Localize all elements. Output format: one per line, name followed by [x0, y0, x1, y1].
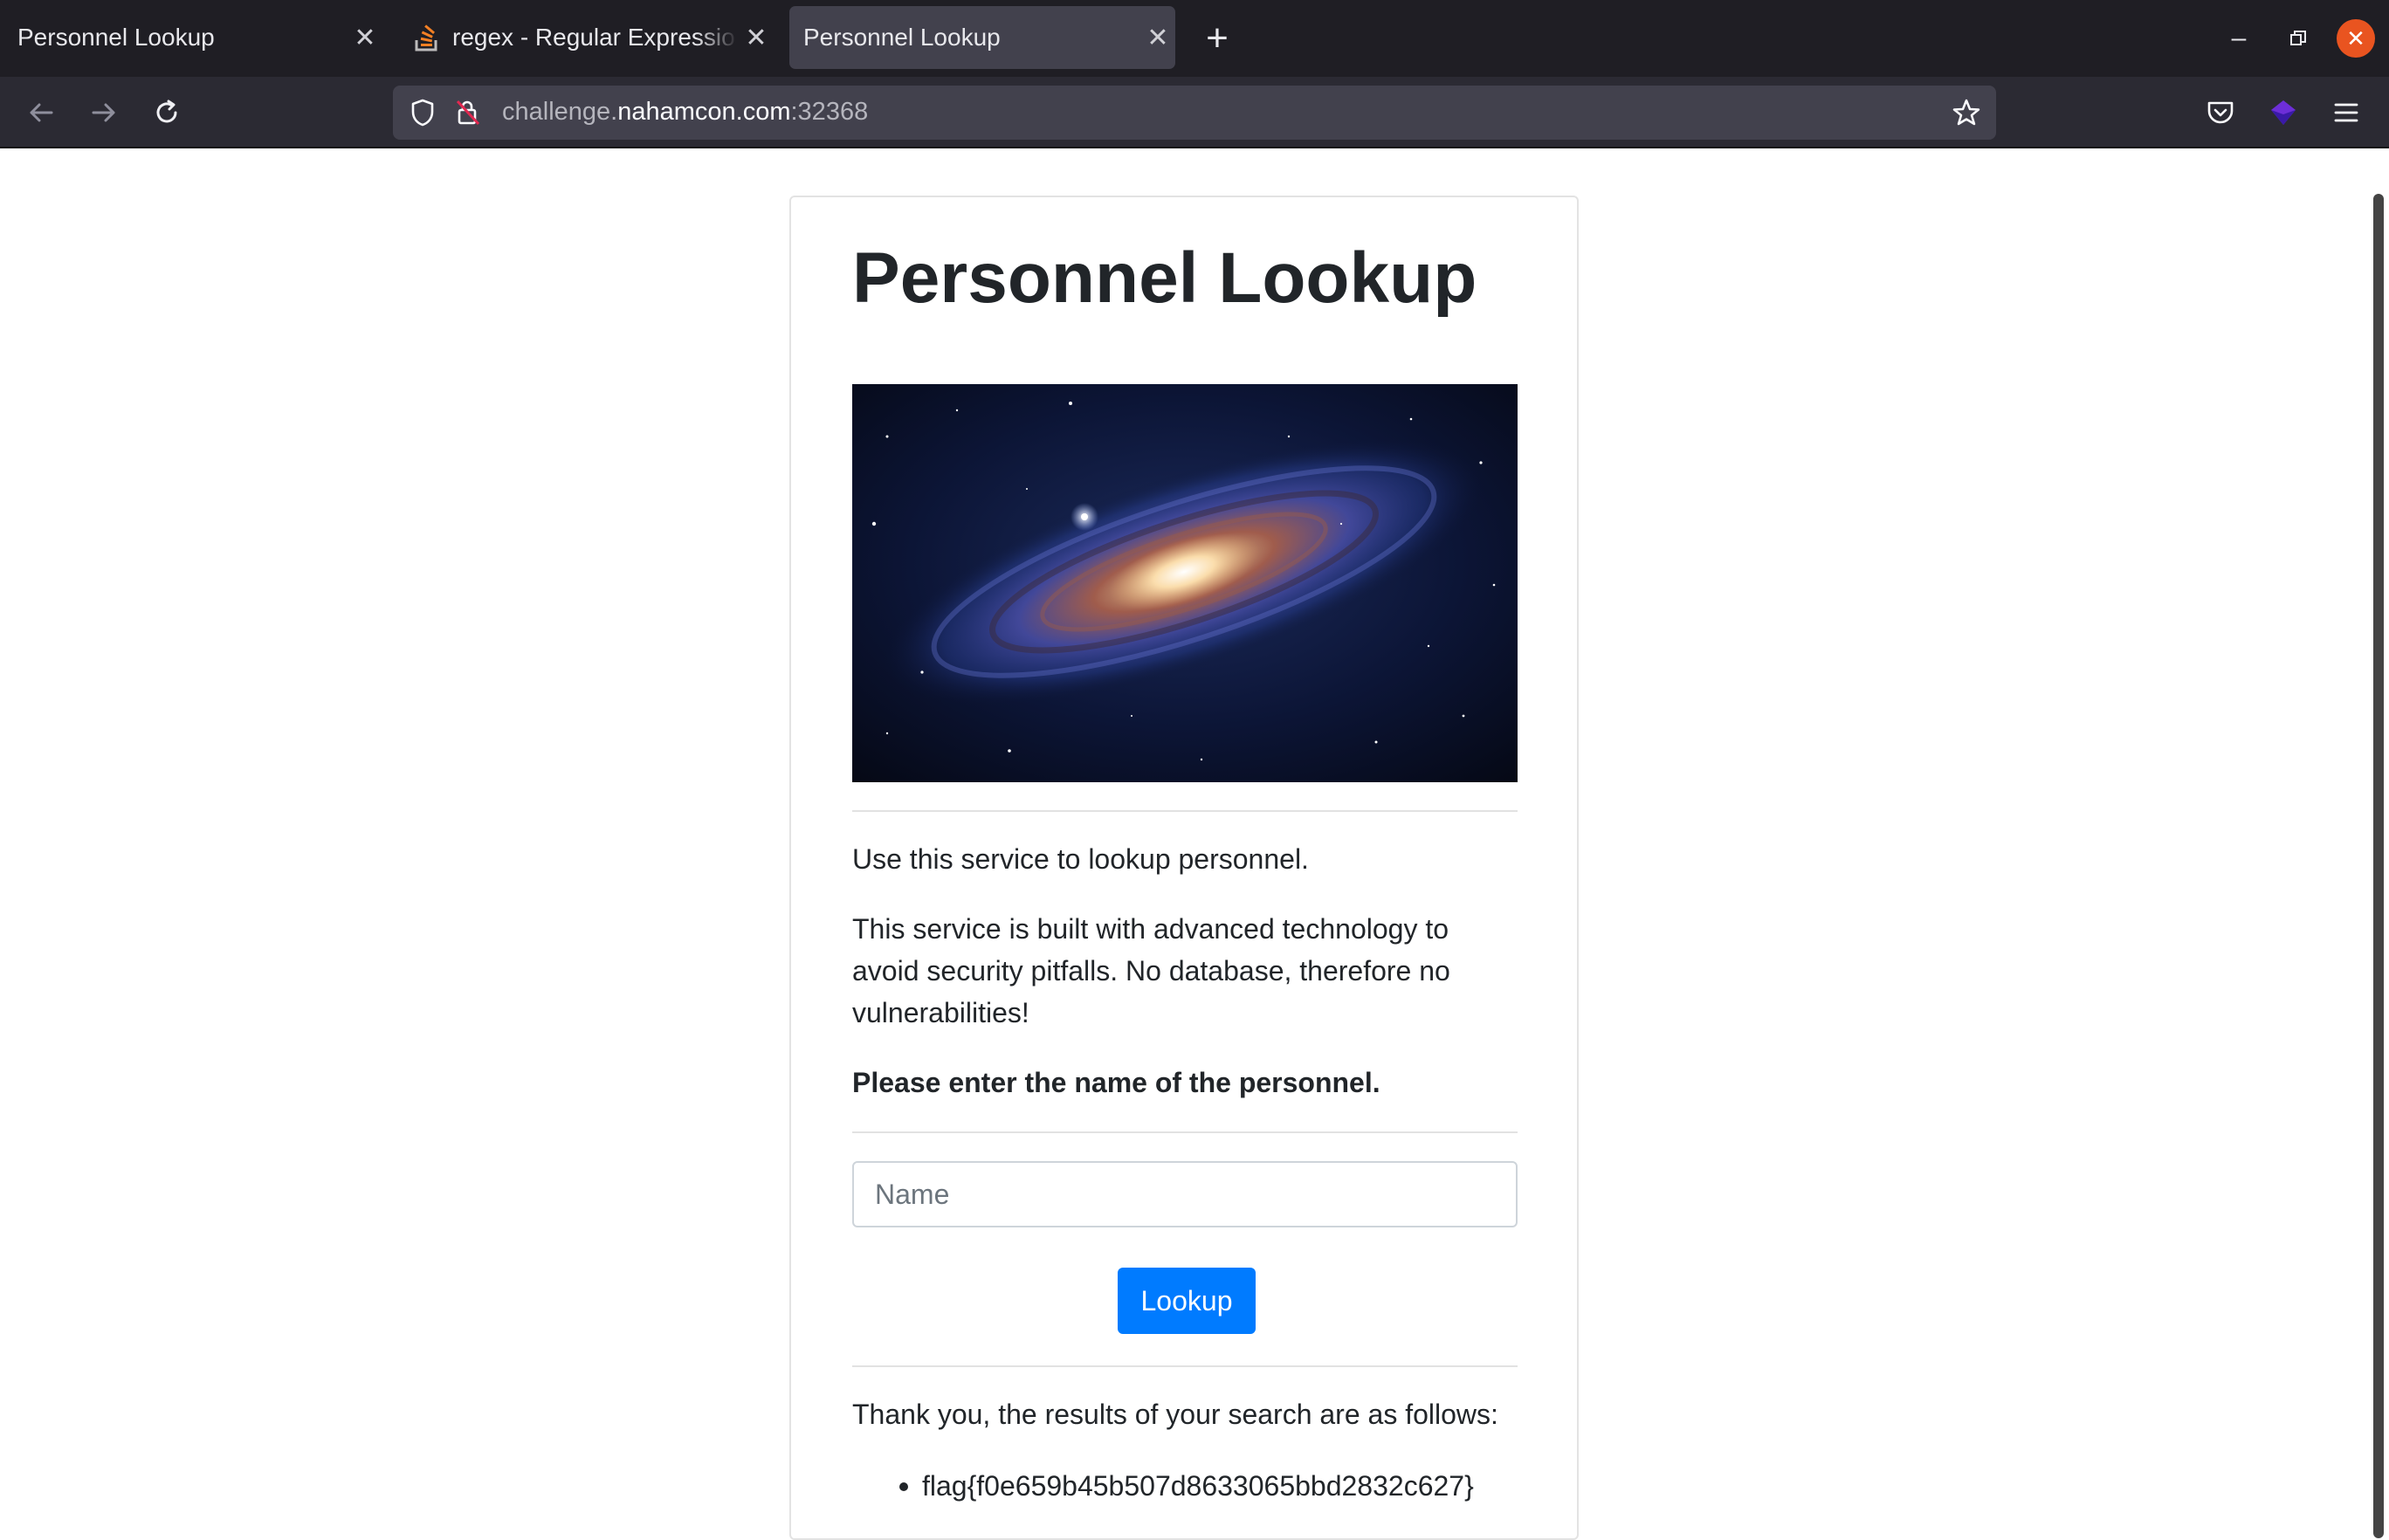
tab-label: Personnel Lookup	[17, 24, 215, 51]
stack-overflow-icon	[412, 23, 442, 52]
list-item: flag{f0e659b45b507d8633065bbd2832c627}	[852, 1465, 1518, 1507]
result-text: flag{f0e659b45b507d8633065bbd2832c627}	[922, 1470, 1474, 1502]
close-window-icon[interactable]: ✕	[2337, 19, 2375, 58]
url-prefix: challenge.	[502, 98, 618, 126]
url-text[interactable]: challenge.nahamcon.com:32368	[502, 98, 868, 127]
hamburger-menu-icon[interactable]	[2323, 89, 2370, 136]
tab-strip: Personnel Lookup ✕ regex - Regular Expre…	[0, 0, 2389, 77]
page-title: Personnel Lookup	[852, 238, 1477, 318]
minimize-icon[interactable]: –	[2220, 19, 2258, 58]
bullet-icon	[899, 1482, 908, 1491]
page-viewport: Personnel Lookup Use this service to loo…	[0, 150, 2389, 1540]
scrollbar[interactable]	[2373, 194, 2384, 1538]
restore-icon[interactable]	[2279, 19, 2317, 58]
divider	[852, 810, 1518, 812]
name-input[interactable]	[852, 1161, 1518, 1227]
galaxy-image	[852, 384, 1518, 782]
new-tab-icon[interactable]: +	[1194, 16, 1240, 61]
bookmark-star-icon[interactable]	[1947, 93, 1986, 132]
insecure-lock-icon[interactable]	[451, 95, 485, 130]
tab-close-icon[interactable]: ✕	[348, 20, 382, 55]
lookup-button[interactable]: Lookup	[1118, 1268, 1256, 1334]
forward-arrow-icon[interactable]	[82, 91, 126, 134]
tab-regex[interactable]: regex - Regular Expressio ✕	[403, 6, 774, 69]
divider	[852, 1131, 1518, 1133]
url-port: :32368	[790, 98, 869, 126]
intro-text: Use this service to lookup personnel.	[852, 843, 1309, 875]
navigation-toolbar: challenge.nahamcon.com:32368	[0, 77, 2389, 148]
tab-close-icon[interactable]: ✕	[739, 20, 774, 55]
prompt-text: Please enter the name of the personnel.	[852, 1067, 1380, 1098]
back-arrow-icon[interactable]	[19, 91, 63, 134]
results-list: flag{f0e659b45b507d8633065bbd2832c627}	[852, 1465, 1518, 1507]
lookup-card: Personnel Lookup Use this service to loo…	[789, 196, 1579, 1540]
pocket-icon[interactable]	[2197, 89, 2244, 136]
divider	[852, 1365, 1518, 1367]
extension-icon[interactable]	[2260, 89, 2307, 136]
results-heading: Thank you, the results of your search ar…	[852, 1399, 1498, 1430]
shield-icon[interactable]	[405, 95, 440, 130]
tab-personnel-lookup-1[interactable]: Personnel Lookup ✕	[7, 6, 382, 69]
tab-label: Personnel Lookup	[803, 24, 1001, 51]
url-host: nahamcon.com	[617, 98, 791, 126]
description-text: This service is built with advanced tech…	[852, 913, 1450, 1028]
tab-close-icon[interactable]: ✕	[1140, 20, 1175, 55]
reload-icon[interactable]	[145, 91, 189, 134]
address-bar[interactable]: challenge.nahamcon.com:32368	[393, 86, 1996, 140]
tab-personnel-lookup-active[interactable]: Personnel Lookup ✕	[789, 6, 1175, 69]
tab-label: regex - Regular Expressio	[452, 24, 735, 51]
